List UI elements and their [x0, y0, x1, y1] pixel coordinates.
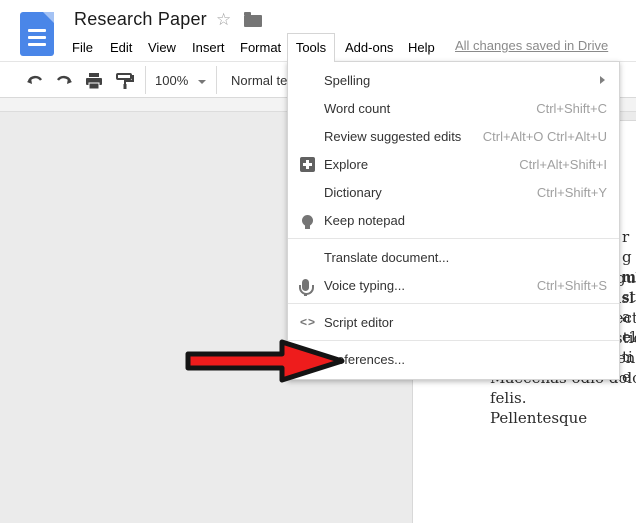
chevron-down-icon	[198, 80, 206, 84]
clipped-text-fragment: r	[622, 227, 636, 247]
google-docs-logo-icon[interactable]	[20, 12, 54, 56]
clipped-text-fragment: ti	[622, 347, 636, 367]
logo-line	[28, 36, 46, 39]
folder-icon[interactable]	[244, 15, 262, 27]
menu-shortcut: Ctrl+Shift+C	[536, 101, 619, 116]
toolbar-separator	[216, 66, 217, 94]
menu-item-script-editor[interactable]: <> Script editor	[288, 308, 619, 336]
logo-line	[28, 29, 46, 32]
zoom-select[interactable]: 100%	[155, 70, 213, 92]
clipped-text-fragment: a	[622, 307, 636, 327]
document-text-line: felis.	[490, 388, 636, 408]
logo-line	[28, 43, 46, 46]
menu-separator	[288, 238, 619, 239]
menu-separator	[288, 303, 619, 304]
menu-item-label: Spelling	[324, 73, 600, 88]
code-icon: <>	[300, 315, 316, 329]
menu-item-label: Voice typing...	[324, 278, 537, 293]
menu-shortcut: Ctrl+Shift+S	[537, 278, 619, 293]
tools-menu: Spelling Word count Ctrl+Shift+C Review …	[287, 61, 620, 380]
header: Research Paper ☆ File Edit View Insert F…	[0, 0, 636, 61]
menu-item-label: Translate document...	[324, 250, 619, 265]
menubar-item-addons[interactable]: Add-ons	[345, 37, 393, 58]
menubar-item-file[interactable]: File	[72, 37, 93, 58]
document-text-line: Pellentesque	[490, 408, 636, 428]
menubar-item-view[interactable]: View	[148, 37, 176, 58]
menu-item-label: Keep notepad	[324, 213, 619, 228]
menu-item-spelling[interactable]: Spelling	[288, 66, 619, 94]
menu-shortcut: Ctrl+Shift+Y	[537, 185, 619, 200]
google-docs-window: Research Paper ☆ File Edit View Insert F…	[0, 0, 636, 523]
clipped-text-fragment: e	[622, 367, 636, 387]
menubar-item-format[interactable]: Format	[240, 37, 281, 58]
menubar-item-insert[interactable]: Insert	[192, 37, 225, 58]
menu-item-keep-notepad[interactable]: Keep notepad	[288, 206, 619, 234]
menubar-item-edit[interactable]: Edit	[110, 37, 132, 58]
menu-item-label: Script editor	[324, 315, 619, 330]
menu-item-explore[interactable]: Explore Ctrl+Alt+Shift+I	[288, 150, 619, 178]
microphone-icon	[302, 279, 309, 291]
menu-item-label: Explore	[324, 157, 519, 172]
submenu-arrow-icon	[600, 76, 605, 84]
menu-item-label: Preferences...	[324, 352, 619, 367]
menu-item-label: Dictionary	[324, 185, 537, 200]
red-arrow-annotation	[184, 336, 348, 391]
menu-item-review-suggested-edits[interactable]: Review suggested edits Ctrl+Alt+O Ctrl+A…	[288, 122, 619, 150]
logo-fold	[43, 12, 54, 23]
zoom-value: 100%	[155, 73, 188, 88]
undo-button[interactable]	[24, 70, 46, 92]
document-title[interactable]: Research Paper	[74, 9, 207, 30]
menubar-item-tools-open[interactable]: Tools	[287, 33, 335, 62]
clipped-text-fragment: el	[622, 327, 636, 347]
clipped-text-fragment: m	[622, 267, 636, 287]
menu-item-translate-document[interactable]: Translate document...	[288, 243, 619, 271]
star-icon[interactable]: ☆	[216, 10, 231, 30]
menu-shortcut: Ctrl+Alt+Shift+I	[519, 157, 619, 172]
all-changes-saved-link[interactable]: All changes saved in Drive	[455, 38, 608, 53]
menu-item-label: Review suggested edits	[324, 129, 483, 144]
toolbar-separator	[145, 66, 146, 94]
clipped-text-fragment: g	[622, 247, 636, 267]
menu-item-word-count[interactable]: Word count Ctrl+Shift+C	[288, 94, 619, 122]
menubar-item-help[interactable]: Help	[408, 37, 435, 58]
paint-format-button[interactable]	[113, 70, 135, 92]
clipped-text-fragment: st	[622, 287, 636, 307]
print-button[interactable]	[83, 70, 105, 92]
explore-icon	[300, 157, 315, 172]
redo-button[interactable]	[53, 70, 75, 92]
menu-shortcut: Ctrl+Alt+O Ctrl+Alt+U	[483, 129, 619, 144]
menu-item-dictionary[interactable]: Dictionary Ctrl+Shift+Y	[288, 178, 619, 206]
menu-item-voice-typing[interactable]: Voice typing... Ctrl+Shift+S	[288, 271, 619, 299]
lightbulb-icon	[302, 215, 313, 226]
menu-item-label: Word count	[324, 101, 536, 116]
